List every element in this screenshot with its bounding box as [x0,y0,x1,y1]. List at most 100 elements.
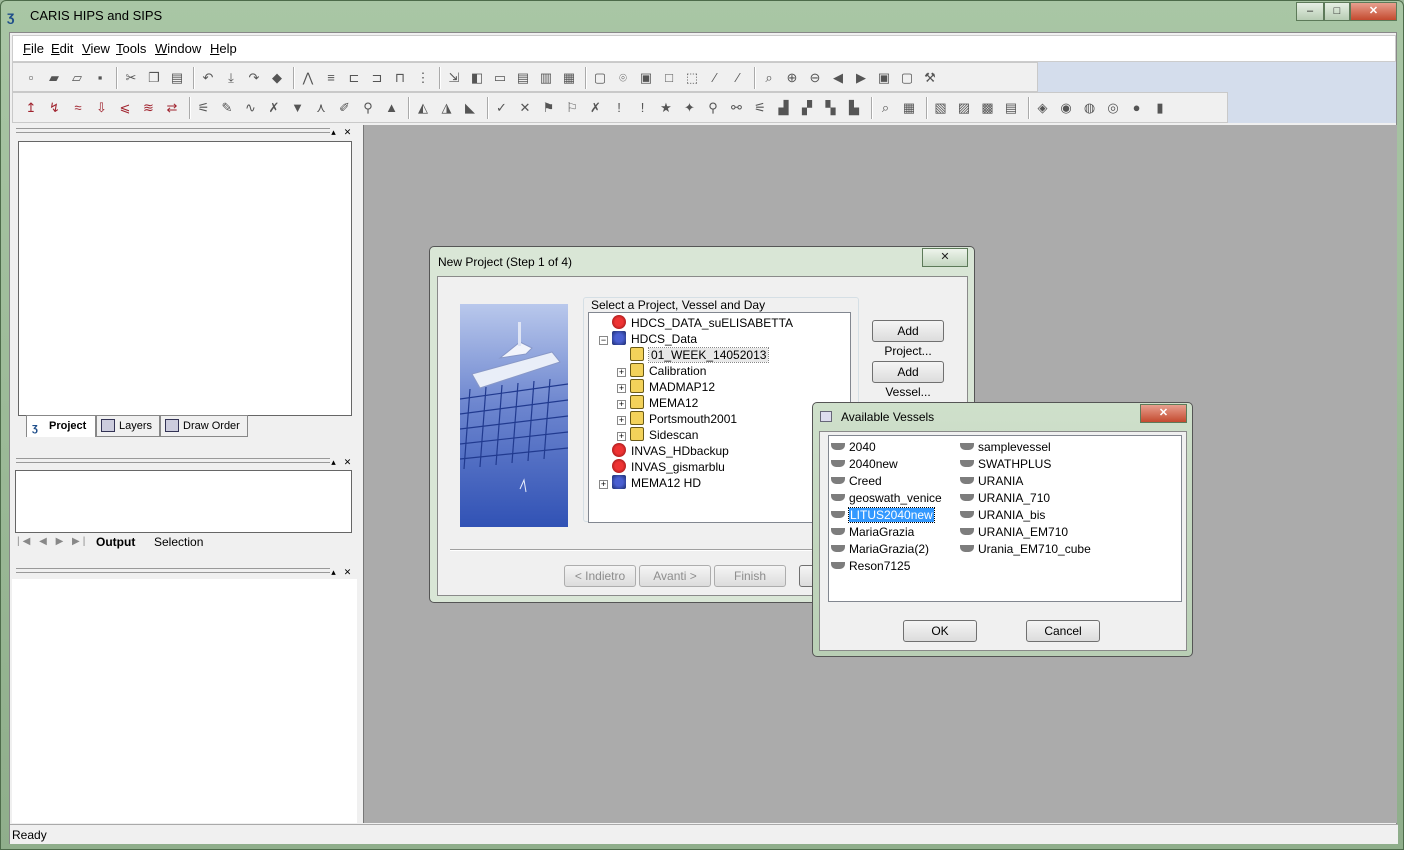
tab-draw-order[interactable]: Draw Order [160,415,248,437]
box-icon[interactable]: ▣ [638,70,654,86]
find-icon[interactable]: ⚲ [705,100,721,116]
vessel-item[interactable]: 2040new [829,456,898,472]
chart3-icon[interactable]: ▚ [823,100,839,116]
maximize-button[interactable]: □ [1324,2,1350,21]
chart4-icon[interactable]: ▙ [846,100,862,116]
back-button[interactable]: < Indietro [564,565,636,587]
panel-close-icon[interactable]: ✕ [342,457,353,468]
panel-grip[interactable] [16,128,330,133]
profile-icon[interactable]: ⊏ [346,70,362,86]
vessel-item[interactable]: MariaGrazia [829,524,914,540]
forward-icon[interactable]: ▶ [853,70,869,86]
star-icon[interactable]: ★ [658,100,674,116]
close-button[interactable]: ✕ [1350,2,1397,21]
import-icon[interactable]: ⤓ [223,70,239,86]
grid5-icon[interactable]: ▤ [1003,100,1019,116]
tree-node[interactable]: + Calibration [617,363,706,379]
vessel-item[interactable]: SWATHPLUS [958,456,1051,472]
finish-button[interactable]: Finish [714,565,786,587]
next-button[interactable]: Avanti > [639,565,711,587]
add-vessel-button[interactable]: Add Vessel... [872,361,944,399]
panel-icon[interactable]: ▤ [515,70,531,86]
wand-icon[interactable]: ⚲ [360,100,376,116]
grid2-icon[interactable]: ▧ [933,100,949,116]
cut-icon[interactable]: ✂ [123,70,139,86]
split-icon[interactable]: ⊐ [369,70,385,86]
chart-icon[interactable]: ▟ [776,100,792,116]
vessel-item[interactable]: URANIA_EM710 [958,524,1068,540]
box3-icon[interactable]: ⬚ [684,70,700,86]
vessel-item[interactable]: URANIA_710 [958,490,1050,506]
tri-icon[interactable]: ▲ [384,100,400,116]
cancel-button[interactable]: Cancel [1026,620,1100,642]
tab-project[interactable]: ʒ Project [26,415,96,437]
cross-icon[interactable]: ✕ [517,100,533,116]
tri4-icon[interactable]: ◣ [462,100,478,116]
vessel-list[interactable]: 2040 2040new Creed geoswath_venice LITUS2040… [828,435,1182,602]
gyro-icon[interactable]: ≈ [70,100,86,116]
tree-node[interactable]: + MEMA12 [617,395,698,411]
menu-window[interactable]: Window [155,41,201,56]
pen-icon[interactable]: ✎ [219,100,235,116]
vessel-item[interactable]: samplevessel [958,439,1051,455]
zoom-in-icon[interactable]: ⊕ [784,70,800,86]
graph-icon[interactable]: ⋏ [313,100,329,116]
vessel-item[interactable]: URANIA [958,473,1023,489]
save-icon[interactable]: ▪ [92,70,108,86]
zoom-icon[interactable]: ⌕ [761,70,777,86]
filter-icon[interactable]: ⋮ [415,70,431,86]
tree-node[interactable]: + MADMAP12 [617,379,715,395]
panel-close-icon[interactable]: ✕ [342,127,353,138]
slash-icon[interactable]: ⁄ [707,70,723,86]
expand-icon[interactable]: + [617,400,626,409]
grid-icon[interactable]: ▦ [901,100,917,116]
nav-icon[interactable]: ↥ [23,100,39,116]
collapse-icon[interactable]: − [599,336,608,345]
tree-node[interactable]: INVAS_gismarblu [599,459,725,475]
down-icon[interactable]: ▼ [290,100,306,116]
merge-data-icon[interactable]: ⇄ [164,100,180,116]
surface5-icon[interactable]: ● [1129,100,1145,116]
menu-view[interactable]: View [82,41,110,56]
warning-icon[interactable]: ! [611,100,627,116]
vessel-item[interactable]: MariaGrazia(2) [829,541,929,557]
zoom2-icon[interactable]: ⌕ [878,100,894,116]
attitude-icon[interactable]: ↯ [47,100,63,116]
slash2-icon[interactable]: ⁄ [730,70,746,86]
sounding-icon[interactable]: ⋀ [300,70,316,86]
surface-icon[interactable]: ◈ [1035,100,1051,116]
open-icon[interactable]: ▰ [46,70,62,86]
layer-icon[interactable]: ◧ [469,70,485,86]
window-icon[interactable]: ▭ [492,70,508,86]
select-icon[interactable]: ▢ [592,70,608,86]
menu-file[interactable]: File [23,41,44,56]
tree-node[interactable]: + Sidescan [617,427,698,443]
tree-node[interactable]: − HDCS_Data [599,331,697,347]
undo-icon[interactable]: ↶ [200,70,216,86]
vessel-item[interactable]: URANIA_bis [958,507,1045,523]
grid3-icon[interactable]: ▨ [956,100,972,116]
ok-button[interactable]: OK [903,620,977,642]
person2-icon[interactable]: ⚐ [564,100,580,116]
expand-icon[interactable]: + [617,416,626,425]
vessel-item[interactable]: Reson7125 [829,558,910,574]
tri3-icon[interactable]: ◮ [439,100,455,116]
vessel-item[interactable]: 2040 [829,439,876,455]
tide-icon[interactable]: ⩽ [117,100,133,116]
screen-icon[interactable]: ▢ [899,70,915,86]
panel-restore-icon[interactable]: ▴ [328,457,339,468]
output-text-area[interactable] [15,470,352,533]
x-icon[interactable]: ✗ [588,100,604,116]
person-icon[interactable]: ⚑ [541,100,557,116]
tri2-icon[interactable]: ◭ [415,100,431,116]
filter2-icon[interactable]: ⚟ [752,100,768,116]
menu-edit[interactable]: Edit [51,41,73,56]
vessel-item[interactable]: geoswath_venice [829,490,942,506]
menu-tools[interactable]: Tools [116,41,146,56]
fit-icon[interactable]: ▣ [876,70,892,86]
project-tree-view[interactable] [18,141,352,416]
brush-icon[interactable]: ✐ [337,100,353,116]
binoculars-icon[interactable]: ⚯ [729,100,745,116]
warning2-icon[interactable]: ! [635,100,651,116]
panel-grip[interactable] [16,568,330,573]
